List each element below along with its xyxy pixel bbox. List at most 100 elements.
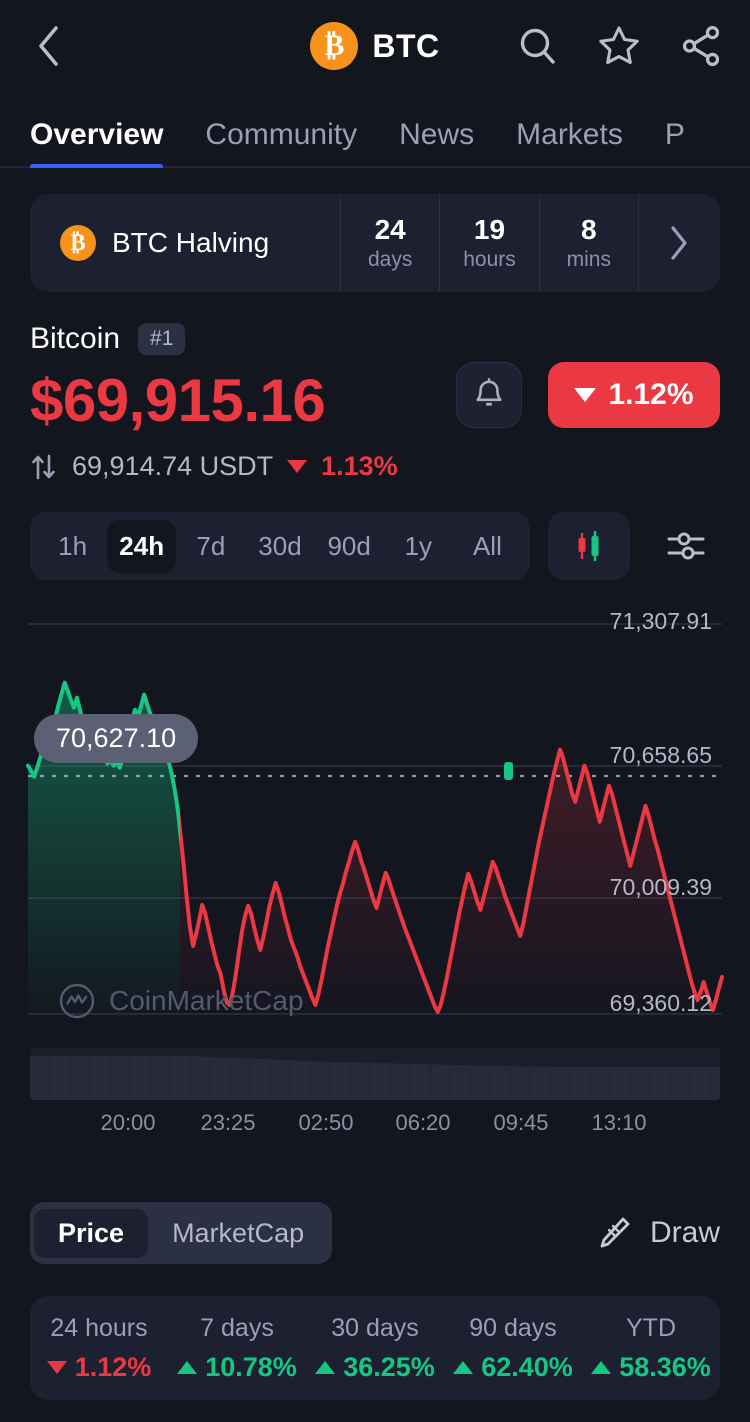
chevron-left-icon xyxy=(39,26,58,66)
halving-hours: 19 hours xyxy=(439,194,538,292)
chart-mode-toggle: Price MarketCap xyxy=(30,1202,333,1264)
halving-mins: 8 mins xyxy=(538,194,638,292)
halving-mins-value: 8 xyxy=(581,214,597,246)
halving-title: BTC Halving xyxy=(112,227,270,258)
chart-mode-marketcap-label: MarketCap xyxy=(172,1217,305,1248)
favorite-button[interactable] xyxy=(596,23,642,69)
perf-30-days-label: 30 days xyxy=(331,1313,419,1342)
price-actions: 1.12% xyxy=(456,362,720,428)
tab-news[interactable]: News xyxy=(399,118,474,168)
chart-range-scrollbar[interactable] xyxy=(30,1048,720,1100)
tab-overview[interactable]: Overview xyxy=(30,118,164,168)
perf-24-hours-value: 1.12% xyxy=(74,1351,152,1382)
price-change-value: 1.12% xyxy=(608,378,694,411)
share-button[interactable] xyxy=(678,23,724,69)
search-button[interactable] xyxy=(516,24,560,68)
timeframe-30d[interactable]: 30d xyxy=(245,520,314,573)
app-screen: ₿ BTC Overview Community News Markets P … xyxy=(0,0,750,1422)
tab-partial-next[interactable]: P xyxy=(665,118,685,168)
timeframe-all-label: All xyxy=(472,530,502,561)
time-tick-0: 20:00 xyxy=(100,1110,156,1135)
timeframe-90d[interactable]: 90d xyxy=(315,520,384,573)
perf-30-days: 30 days 36.25% xyxy=(306,1314,444,1383)
top-bar: ₿ BTC xyxy=(0,0,750,92)
timeframe-1y[interactable]: 1y xyxy=(384,520,453,573)
halving-days-value: 24 xyxy=(374,214,406,246)
timeframe-row: 1h 24h 7d 30d 90d 1y All xyxy=(30,512,720,580)
candlestick-icon xyxy=(578,531,599,561)
chevron-right-icon xyxy=(671,226,688,260)
timeframe-1h[interactable]: 1h xyxy=(38,520,107,573)
secondary-price: 69,914.74 USDT xyxy=(72,451,274,481)
draw-pencil-icon xyxy=(600,1217,630,1248)
perf-30-days-value-row: 36.25% xyxy=(315,1352,435,1383)
perf-7-days-value-row: 10.78% xyxy=(177,1352,297,1383)
chart-settings-icon xyxy=(667,532,705,560)
timeframe-selector: 1h 24h 7d 30d 90d 1y All xyxy=(30,512,530,580)
coin-ticker-label: BTC xyxy=(372,27,440,64)
perf-90-days-value-row: 62.40% xyxy=(453,1352,573,1383)
chart-type-button[interactable] xyxy=(548,512,630,580)
price-alert-button[interactable] xyxy=(456,362,522,428)
timeframe-all[interactable]: All xyxy=(453,520,522,573)
price-chart-svg xyxy=(26,623,724,1015)
halving-banner[interactable]: ₿ BTC Halving 24 days 19 hours 8 mins xyxy=(30,194,720,292)
timeframe-24h[interactable]: 24h xyxy=(107,519,177,573)
chart-mode-row: Price MarketCap Draw xyxy=(30,1202,720,1264)
halving-bitcoin-symbol: ₿ xyxy=(70,230,86,255)
timeframe-1y-label: 1y xyxy=(404,530,432,561)
secondary-price-row: 69,914.74 USDT 1.13% xyxy=(30,451,720,482)
perf-30-days-arrow-icon xyxy=(315,1360,336,1374)
tab-partial-next-label: P xyxy=(664,118,685,151)
search-icon xyxy=(520,28,555,64)
chart-high-marker xyxy=(504,762,513,780)
halving-hours-value: 19 xyxy=(473,214,506,246)
halving-mins-label: mins xyxy=(566,247,611,271)
tab-markets-label: Markets xyxy=(516,118,623,151)
secondary-change-pct: 1.13% xyxy=(321,451,398,481)
halving-bitcoin-icon: ₿ xyxy=(60,225,96,261)
perf-30-days-value: 36.25% xyxy=(343,1351,435,1382)
draw-button[interactable]: Draw xyxy=(592,1212,720,1254)
chart-mode-price-label: Price xyxy=(58,1217,125,1248)
back-button[interactable] xyxy=(26,24,70,68)
rank-badge: #1 xyxy=(138,323,186,355)
perf-ytd-arrow-icon xyxy=(591,1360,612,1374)
perf-ytd-value: 58.36% xyxy=(619,1351,711,1382)
price-change-arrow-icon xyxy=(574,388,597,402)
perf-90-days-value: 62.40% xyxy=(481,1351,573,1382)
price-block: Bitcoin #1 $69,915.16 69,914.74 USDT 1.1… xyxy=(0,292,750,482)
time-tick-5: 13:10 xyxy=(591,1110,647,1135)
time-tick-3: 06:20 xyxy=(395,1110,451,1135)
bell-icon xyxy=(476,378,502,406)
chart-area-fills xyxy=(28,682,722,1014)
halving-hours-label: hours xyxy=(463,247,516,271)
halving-title-group: ₿ BTC Halving xyxy=(30,194,340,292)
perf-90-days-label: 90 days xyxy=(469,1313,557,1342)
chart-settings-button[interactable] xyxy=(652,512,720,580)
timeframe-90d-label: 90d xyxy=(327,530,371,561)
swap-vertical-icon[interactable] xyxy=(30,452,58,482)
performance-stats: 24 hours 1.12% 7 days 10.78% 30 days 36.… xyxy=(30,1296,720,1400)
perf-24-hours-value-row: 1.12% xyxy=(46,1351,152,1383)
bitcoin-logo-icon: ₿ xyxy=(310,22,359,70)
perf-24-hours-label: 24 hours xyxy=(50,1313,148,1342)
halving-more-button[interactable] xyxy=(637,194,720,292)
perf-ytd-label: YTD xyxy=(626,1313,676,1342)
timeframe-7d[interactable]: 7d xyxy=(176,520,245,573)
tab-bar: Overview Community News Markets P xyxy=(0,92,750,168)
range-mini-chart xyxy=(30,1048,720,1100)
price-chart[interactable]: 71,307.91 70,658.65 70,009.39 69,360.12 … xyxy=(0,602,750,1042)
timeframe-7d-label: 7d xyxy=(196,530,226,561)
price-change-badge[interactable]: 1.12% xyxy=(548,362,720,428)
perf-ytd-value-row: 58.36% xyxy=(591,1352,711,1383)
tab-community-label: Community xyxy=(205,118,358,151)
tab-markets[interactable]: Markets xyxy=(516,118,623,168)
time-tick-2: 02:50 xyxy=(298,1110,354,1135)
perf-90-days: 90 days 62.40% xyxy=(444,1314,582,1383)
tab-community[interactable]: Community xyxy=(205,118,357,168)
perf-24-hours-arrow-icon xyxy=(46,1360,67,1374)
chart-mode-marketcap[interactable]: MarketCap xyxy=(148,1209,328,1258)
chart-mode-price[interactable]: Price xyxy=(34,1208,149,1258)
perf-7-days-arrow-icon xyxy=(177,1360,198,1374)
